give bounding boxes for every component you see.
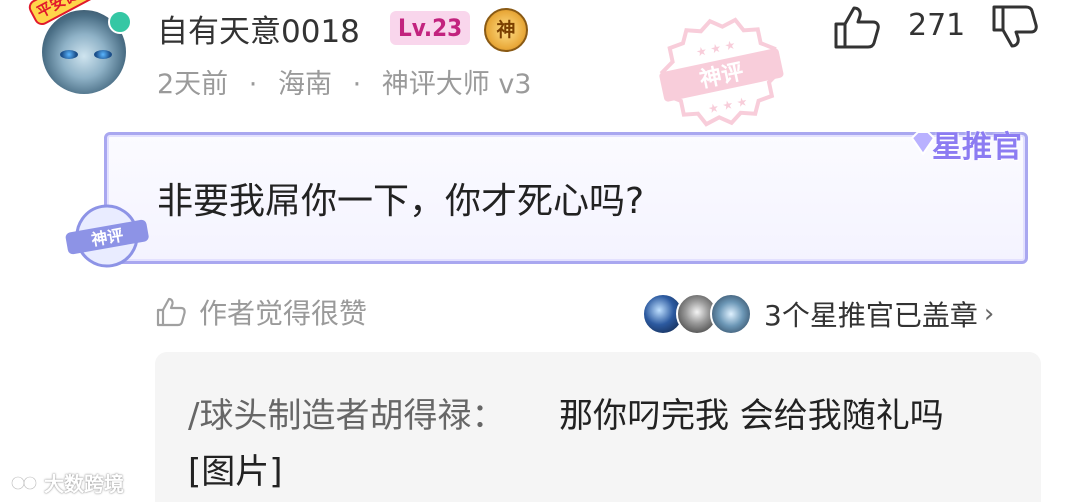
author-liked-text: 作者觉得很赞 xyxy=(199,297,368,330)
comment-meta: 2天前 · 海南 · 神评大师 v3 xyxy=(157,62,532,101)
avatar-eye-left xyxy=(60,50,78,59)
like-count: 271 xyxy=(908,8,966,43)
god-comment-small-stamp: 神评 xyxy=(65,204,149,268)
chevron-right-icon: › xyxy=(983,299,995,329)
avatar-eye-right xyxy=(94,50,112,59)
star-recommender-badge: 星推官 xyxy=(908,120,1038,165)
level-badge: Lv.23 xyxy=(390,11,471,45)
post-time: 2天前 xyxy=(157,69,229,100)
meta-separator: · xyxy=(352,69,362,100)
author-liked-row: 作者觉得很赞 xyxy=(155,290,367,334)
shen-medal-icon: 神 xyxy=(484,8,528,52)
thumbs-up-icon[interactable] xyxy=(832,4,882,50)
user-title: 神评大师 v3 xyxy=(381,69,532,100)
thumbs-up-outline-icon xyxy=(156,297,186,327)
reply-text: 那你叼完我 会给我随礼吗 xyxy=(559,396,944,436)
svg-text:★ ★ ★: ★ ★ ★ xyxy=(695,38,737,60)
meta-separator: · xyxy=(248,69,258,100)
watermark: 大数跨境 xyxy=(10,468,124,497)
sealers-row[interactable]: 3个星推官已盖章 › xyxy=(642,292,994,336)
post-location: 海南 xyxy=(277,69,332,100)
reply-author[interactable]: /球头制造者胡得禄： xyxy=(188,388,505,437)
watermark-logo-icon xyxy=(10,475,38,490)
online-status-dot xyxy=(108,10,132,34)
sealers-text: 3个星推官已盖章 xyxy=(764,299,978,332)
username[interactable]: 自有天意0018 xyxy=(157,6,360,51)
comment-text[interactable]: 非要我屌你一下，你才死心吗? xyxy=(157,172,644,224)
sealer-avatar xyxy=(710,293,752,335)
star-recommender-label: 星推官 xyxy=(932,130,1022,165)
thumbs-down-icon[interactable] xyxy=(990,4,1040,50)
reply-image-placeholder[interactable]: [图片] xyxy=(188,444,283,493)
watermark-text: 大数跨境 xyxy=(44,472,124,496)
god-comment-stamp: 神评 ★ ★ ★ ★ ★ ★ xyxy=(659,17,784,127)
